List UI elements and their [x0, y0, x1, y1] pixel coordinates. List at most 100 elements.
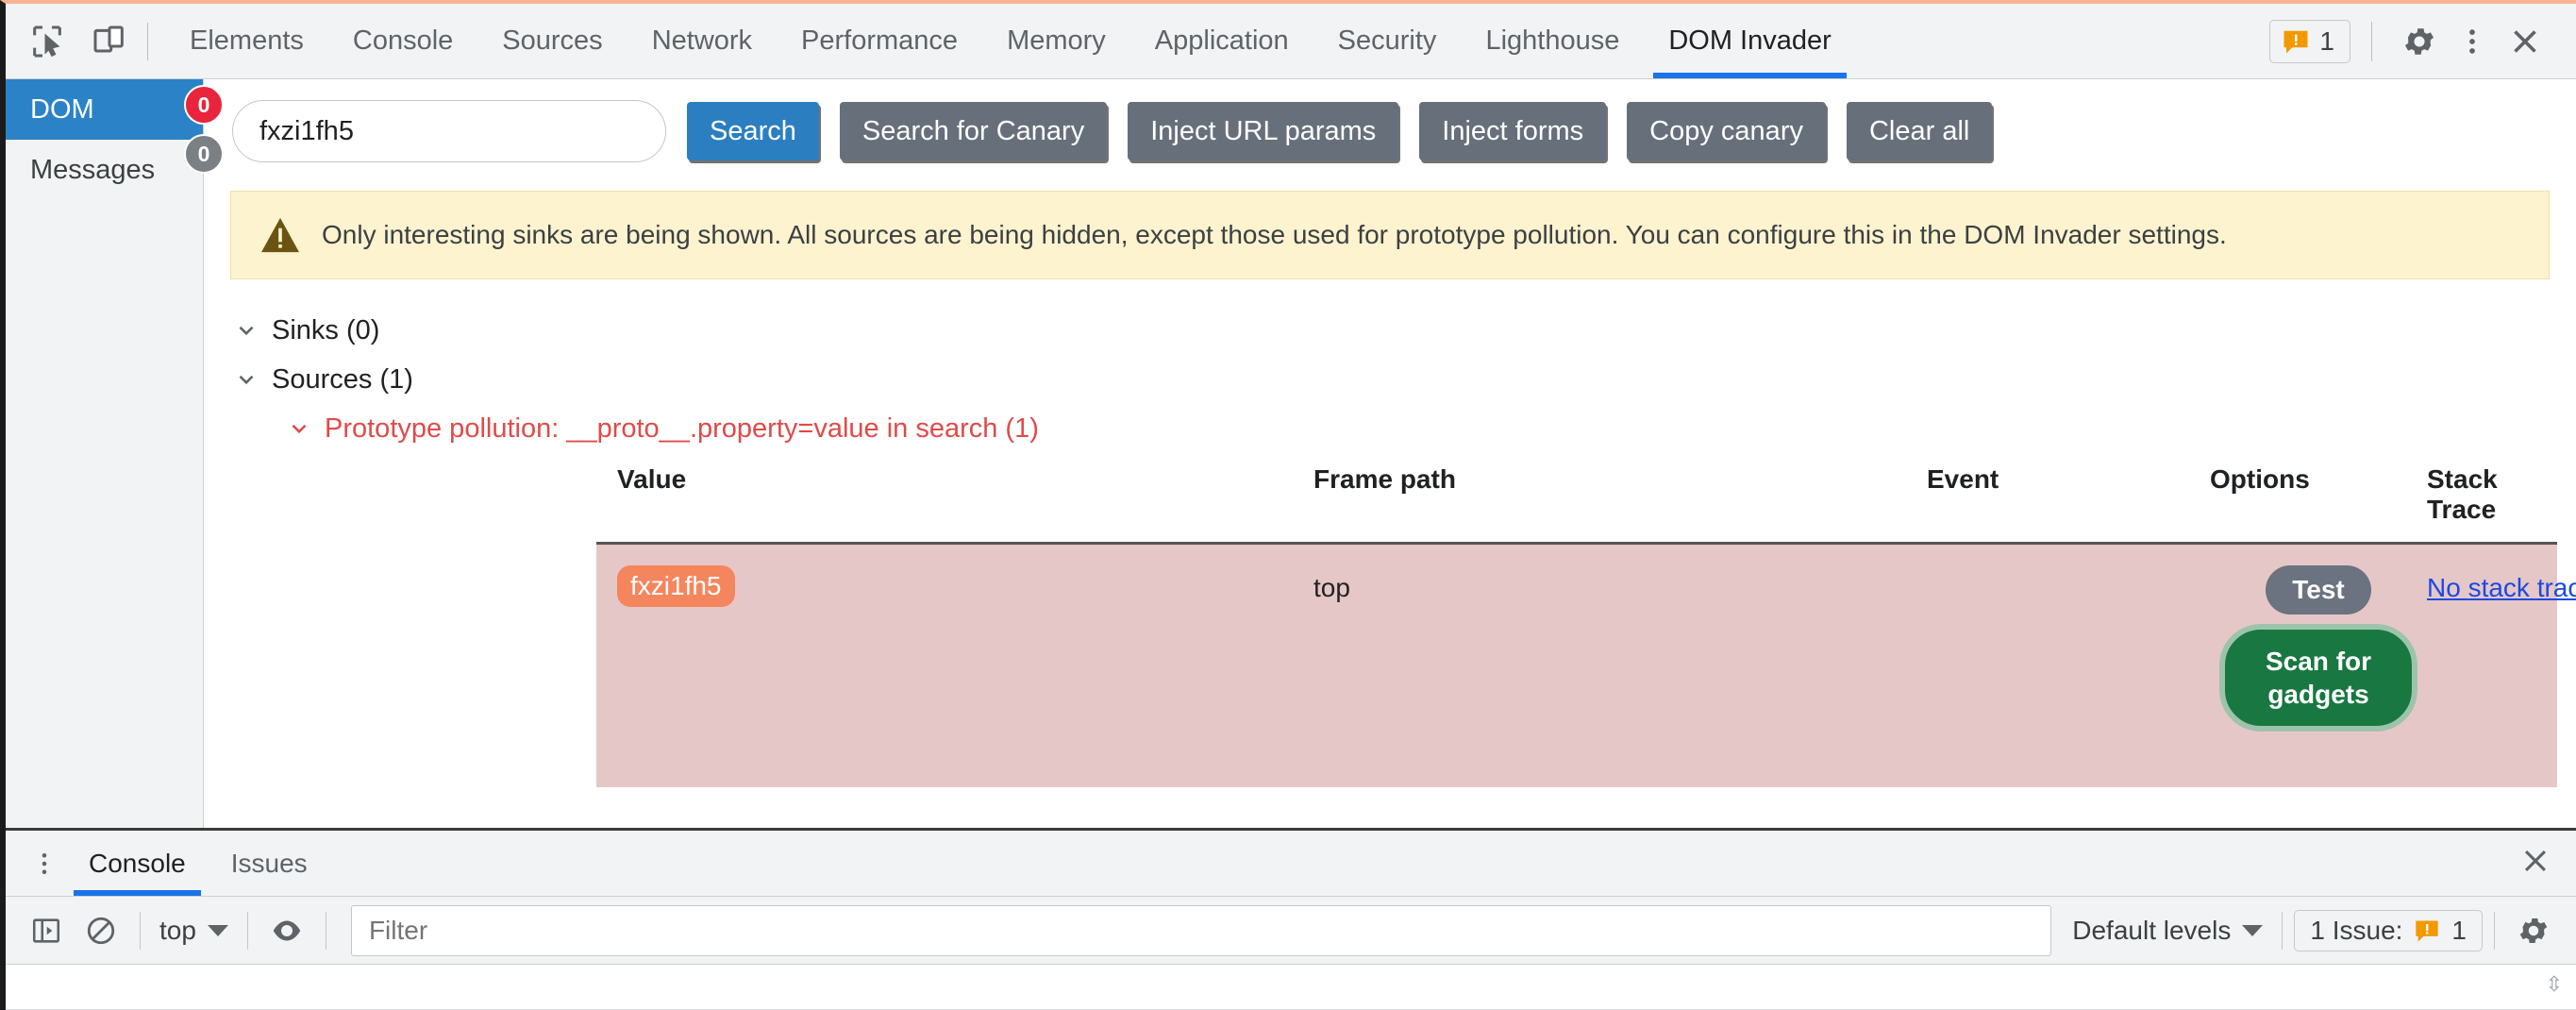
- console-toolbar-divider-4: [2282, 911, 2283, 950]
- warning-count-chip[interactable]: 1: [2269, 19, 2350, 63]
- panel-tabs: Elements Console Sources Network Perform…: [165, 4, 1856, 78]
- inject-url-params-button[interactable]: Inject URL params: [1128, 102, 1399, 160]
- tab-memory-label: Memory: [1007, 25, 1106, 56]
- tab-application[interactable]: Application: [1130, 4, 1313, 78]
- inspect-element-icon[interactable]: [26, 21, 68, 62]
- search-toolbar: Search Search for Canary Inject URL para…: [204, 79, 2576, 179]
- tab-lighthouse[interactable]: Lighthouse: [1461, 4, 1644, 78]
- scan-for-gadgets-button[interactable]: Scan for gadgets: [2219, 624, 2417, 732]
- console-issues-label: 1 Issue:: [2310, 915, 2403, 945]
- tab-sources[interactable]: Sources: [477, 4, 627, 78]
- canary-value-badge: fxzi1fh5: [617, 565, 735, 607]
- drawer-tab-issues[interactable]: Issues: [209, 831, 330, 896]
- sidebar-item-messages[interactable]: Messages 0: [6, 134, 224, 200]
- console-levels-selector[interactable]: Default levels: [2065, 916, 2270, 946]
- warning-triangle-icon: [261, 217, 299, 253]
- tab-security[interactable]: Security: [1313, 4, 1462, 78]
- sidebar-item-dom-badge: 0: [184, 85, 224, 125]
- tab-console-label: Console: [352, 25, 454, 56]
- dom-invader-sidebar: DOM 0 Messages 0: [6, 79, 224, 828]
- tab-security-label: Security: [1337, 25, 1437, 56]
- chevron-down-icon: [292, 424, 307, 434]
- tab-dom-invader-label: DOM Invader: [1668, 25, 1832, 56]
- console-issues-count: 1: [2451, 915, 2467, 945]
- cell-value: fxzi1fh5: [596, 565, 1313, 607]
- kebab-menu-icon[interactable]: [2446, 15, 2499, 68]
- console-context-selector[interactable]: top: [152, 916, 236, 946]
- results-table: Value Frame path Event Options Stack Tra…: [596, 453, 2576, 787]
- close-icon[interactable]: [2499, 15, 2551, 68]
- drawer-close-icon[interactable]: [2519, 845, 2576, 882]
- column-header-frame-path: Frame path: [1313, 464, 1456, 494]
- search-for-canary-button[interactable]: Search for Canary: [839, 102, 1108, 160]
- warning-speech-icon: [2283, 30, 2308, 53]
- tab-dom-invader[interactable]: DOM Invader: [1644, 4, 1855, 78]
- console-toolbar-divider: [140, 911, 141, 950]
- stack-trace-link[interactable]: No stack trace a…: [2427, 565, 2576, 603]
- dom-invader-main: Search Search for Canary Inject URL para…: [204, 79, 2576, 828]
- inject-forms-button[interactable]: Inject forms: [1419, 102, 1607, 160]
- toolbar-right-divider: [2371, 21, 2372, 61]
- tab-network-label: Network: [651, 25, 753, 56]
- tab-elements-label: Elements: [190, 25, 304, 56]
- sidebar-item-dom[interactable]: DOM 0: [6, 79, 224, 140]
- tab-lighthouse-label: Lighthouse: [1485, 25, 1620, 56]
- tab-performance-label: Performance: [801, 25, 959, 56]
- drawer-tab-console-label: Console: [89, 848, 186, 878]
- column-header-options: Options: [2210, 464, 2310, 494]
- console-sidebar-icon[interactable]: [19, 903, 74, 958]
- console-context-label: top: [159, 915, 196, 945]
- tab-elements[interactable]: Elements: [165, 4, 328, 78]
- tree-node-sources-label: Sources (1): [272, 363, 413, 395]
- drawer-tab-console[interactable]: Console: [66, 831, 209, 896]
- device-toolbar-icon[interactable]: [89, 21, 130, 62]
- table-row: fxzi1fh5 top Test Scan for gadgets No st…: [596, 542, 2576, 787]
- tree-node-prototype-pollution[interactable]: Prototype pollution: __proto__.property=…: [234, 404, 2576, 453]
- tree-node-prototype-pollution-label: Prototype pollution: __proto__.property=…: [325, 412, 1039, 444]
- clear-all-button[interactable]: Clear all: [1846, 102, 1993, 160]
- tree-node-sinks-label: Sinks (0): [272, 314, 380, 345]
- chevron-down-icon: [239, 326, 254, 336]
- tab-performance[interactable]: Performance: [777, 4, 982, 78]
- search-input[interactable]: [232, 100, 666, 162]
- toolbar-icon-group: [6, 21, 130, 62]
- console-levels-label: Default levels: [2072, 915, 2232, 945]
- gear-icon[interactable]: [2393, 15, 2446, 68]
- column-header-stack-trace: Stack Trace: [2427, 464, 2498, 524]
- tab-sources-label: Sources: [502, 25, 603, 56]
- drawer-kebab-icon[interactable]: [23, 850, 66, 878]
- console-output-area: ⇳: [6, 965, 2576, 1010]
- tree-node-sources[interactable]: Sources (1): [234, 355, 2576, 404]
- drawer-tab-issues-label: Issues: [230, 848, 308, 878]
- console-toolbar-divider-2: [246, 911, 248, 950]
- copy-canary-button[interactable]: Copy canary: [1627, 102, 1826, 160]
- warning-count-label: 1: [2319, 25, 2334, 56]
- column-header-event: Event: [1927, 464, 1999, 494]
- column-header-value: Value: [617, 464, 687, 494]
- search-button[interactable]: Search: [687, 102, 819, 160]
- cell-frame-path: top: [1313, 573, 1350, 602]
- sidebar-item-messages-badge: 0: [184, 134, 224, 174]
- sidebar-item-messages-label: Messages: [30, 154, 156, 185]
- tab-network[interactable]: Network: [627, 4, 777, 78]
- gear-icon[interactable]: [2506, 903, 2561, 958]
- table-header-row: Value Frame path Event Options Stack Tra…: [596, 453, 2557, 542]
- cell-stack-trace: No stack trace a…: [2427, 565, 2576, 603]
- chevron-down-icon: [2242, 924, 2264, 936]
- drawer-tabbar: Console Issues: [6, 831, 2576, 897]
- clear-console-icon[interactable]: [74, 903, 128, 958]
- warning-speech-icon: [2416, 920, 2439, 942]
- console-filter-input[interactable]: [350, 904, 2052, 956]
- live-expression-icon[interactable]: [259, 903, 314, 958]
- chevron-down-icon: [207, 924, 228, 936]
- devtools-window: Elements Console Sources Network Perform…: [0, 0, 2576, 1010]
- console-drawer: Console Issues top Filter Default levels…: [6, 828, 2576, 1010]
- settings-info-banner: Only interesting sinks are being shown. …: [230, 191, 2550, 279]
- cell-options: Test Scan for gadgets: [2210, 565, 2427, 732]
- tab-memory[interactable]: Memory: [982, 4, 1130, 78]
- tab-console[interactable]: Console: [328, 4, 477, 78]
- console-resize-handle[interactable]: ⇳: [2546, 972, 2563, 997]
- test-button[interactable]: Test: [2266, 565, 2371, 614]
- console-issues-chip[interactable]: 1 Issue: 1: [2294, 909, 2483, 951]
- tree-node-sinks[interactable]: Sinks (0): [234, 306, 2576, 355]
